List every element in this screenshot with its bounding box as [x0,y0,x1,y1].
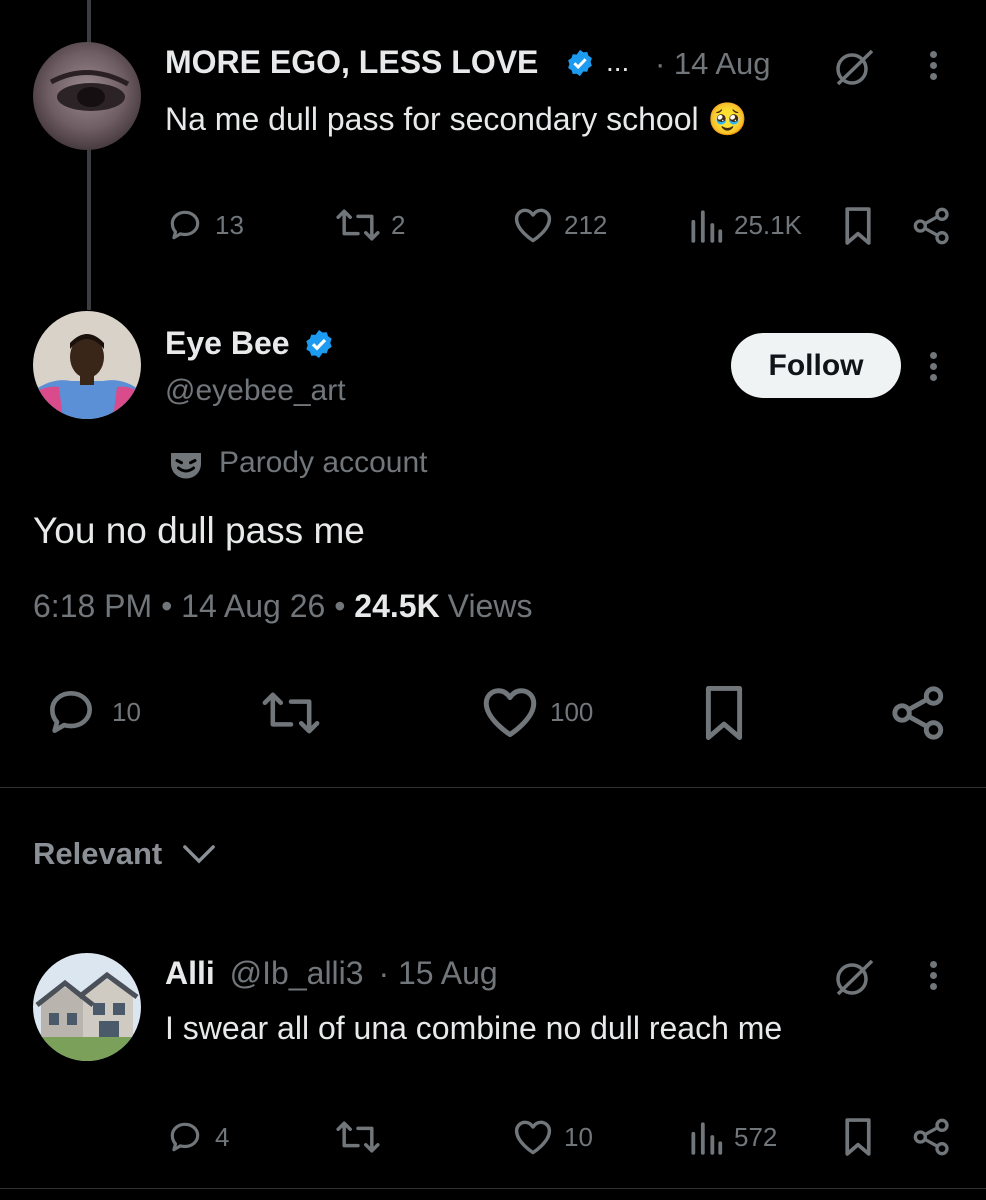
follow-button[interactable]: Follow [731,333,901,398]
tweet-text: I swear all of una combine no dull reach… [165,1010,783,1046]
verified-badge-icon [565,48,595,78]
share-icon[interactable] [890,684,948,742]
views-button[interactable]: 25.1K [688,206,802,244]
meta-separator: • [325,588,355,624]
sort-label: Relevant [33,836,163,871]
heart-icon [514,208,552,243]
reply-icon [170,210,200,240]
heart-icon [514,1120,552,1155]
grok-icon[interactable] [832,48,876,88]
reply-button[interactable]: 10 [40,684,141,740]
repost-button[interactable] [258,688,324,738]
reply-icon [170,1122,200,1152]
author-handle[interactable]: @eyebee_art [165,374,346,408]
avatar[interactable] [33,953,141,1061]
views-label[interactable]: Views [448,588,533,624]
bookmark-icon[interactable] [701,684,747,742]
author-name[interactable]: Eye Bee [165,325,290,362]
repost-button[interactable] [335,1118,381,1156]
tweet-date[interactable]: · 15 Aug [378,955,497,991]
author-name[interactable]: MORE EGO, LESS LOVE [165,44,538,81]
bookmark-icon[interactable] [842,1117,874,1157]
verified-badge-icon [303,328,335,360]
share-icon[interactable] [912,206,952,246]
views-icon [691,210,723,243]
like-button[interactable]: 100 [480,684,593,740]
repost-icon [336,1121,380,1153]
repost-count: 2 [391,209,406,240]
views-icon [691,1122,723,1155]
tweet-time[interactable]: 6:18 PM [33,588,152,624]
reply-header: Alli @Ib_alli3 · 15 Aug [165,955,498,992]
parody-label: Parody account [219,446,428,479]
reply-count: 13 [215,209,244,240]
reply-count: 10 [112,696,141,727]
author-name[interactable]: Alli [165,955,215,991]
views-count: 25.1K [734,209,802,240]
meta-separator: • [152,588,182,624]
repost-icon [262,692,320,734]
grok-icon[interactable] [832,958,876,998]
tweet-meta: 6:18 PM • 14 Aug 26 • 24.5K Views [33,588,532,625]
reply-button[interactable]: 13 [165,206,244,244]
tweet-text: Na me dull pass for secondary school 🥹 [165,101,748,137]
reply-button[interactable]: 4 [165,1118,229,1156]
tweet-text: You no dull pass me [33,510,365,551]
bookmark-icon[interactable] [842,206,874,246]
name-ellipsis: ... [606,46,630,77]
sort-dropdown[interactable]: Relevant [33,836,216,872]
more-options-icon[interactable] [930,47,937,84]
divider [0,1188,986,1189]
more-options-icon[interactable] [930,348,937,385]
tweet-date[interactable]: 14 Aug 26 [181,588,325,624]
tweet-date[interactable]: · 14 Aug [655,46,770,82]
avatar[interactable] [33,311,141,419]
like-button[interactable]: 212 [512,206,607,244]
views-button[interactable]: 572 [688,1118,777,1156]
reply-icon [50,691,92,733]
like-button[interactable]: 10 [512,1118,593,1156]
author-handle[interactable]: @Ib_alli3 [230,955,364,991]
more-options-icon[interactable] [930,957,937,994]
repost-icon [336,209,380,241]
views-count[interactable]: 24.5K [354,588,439,624]
like-count: 100 [550,696,594,727]
views-count: 572 [734,1121,778,1152]
repost-button[interactable]: 2 [335,206,405,244]
divider [0,787,986,788]
like-count: 212 [564,209,608,240]
heart-icon [483,688,537,737]
chevron-down-icon [183,845,216,864]
avatar[interactable] [33,42,141,150]
reply-count: 4 [215,1121,230,1152]
like-count: 10 [564,1121,593,1152]
share-icon[interactable] [912,1117,952,1157]
parody-mask-icon [168,448,204,482]
